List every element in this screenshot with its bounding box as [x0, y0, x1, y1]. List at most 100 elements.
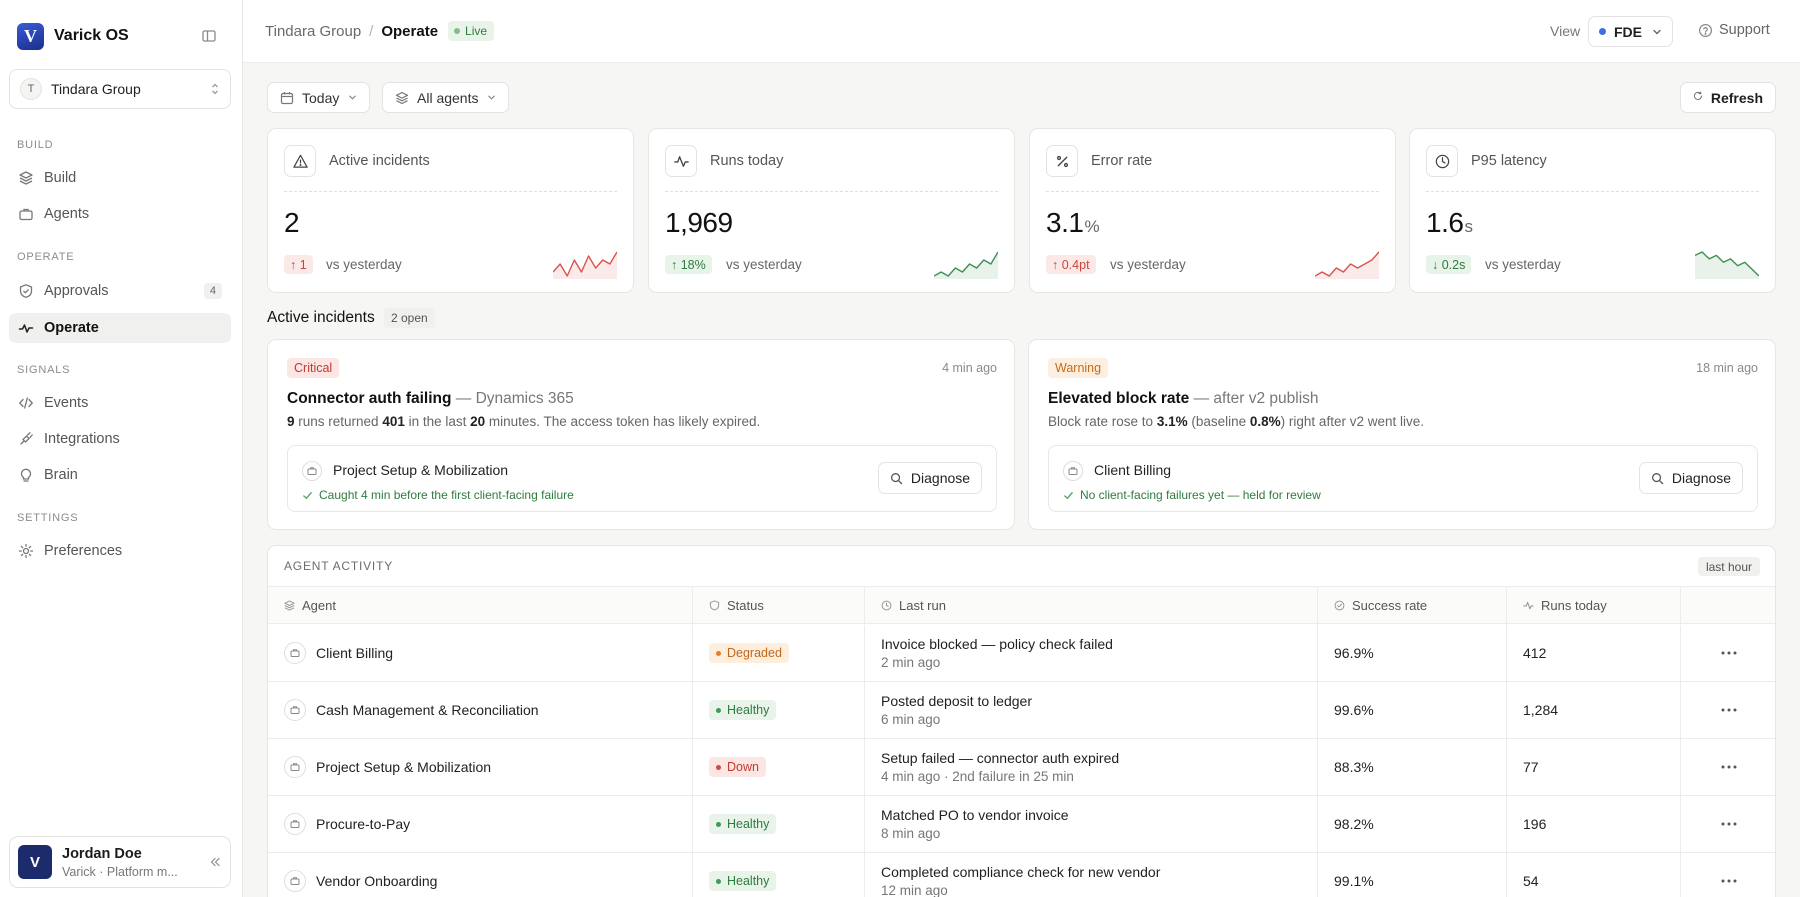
metric-card-active-incidents[interactable]: Active incidents 2 ↑ 1 vs yesterday: [267, 128, 634, 293]
agent-name[interactable]: Vendor Onboarding: [316, 873, 437, 889]
activity-title: AGENT ACTIVITY: [284, 559, 393, 573]
table-row[interactable]: Project Setup & Mobilization Down Setup …: [268, 739, 1775, 796]
agent-icon: [284, 642, 306, 664]
check-icon: [1064, 491, 1073, 499]
more-horizontal-icon[interactable]: [1721, 879, 1737, 883]
more-horizontal-icon[interactable]: [1721, 822, 1737, 826]
more-horizontal-icon[interactable]: [1721, 708, 1737, 712]
table-row[interactable]: Client Billing Degraded Invoice blocked …: [268, 625, 1775, 682]
sidebar-item-integrations[interactable]: Integrations: [9, 424, 231, 454]
more-horizontal-icon[interactable]: [1721, 765, 1737, 769]
brand[interactable]: V Varick OS: [17, 22, 129, 50]
chevrons-left-icon[interactable]: [208, 855, 222, 869]
actions-cell: [1681, 625, 1775, 681]
divider: [665, 191, 998, 192]
sidebar-item-label: Preferences: [44, 543, 123, 559]
nav-section-signals: SIGNALS: [17, 364, 71, 376]
sidebar-item-label: Integrations: [44, 431, 120, 447]
metric-value: 1,969: [665, 207, 734, 239]
divider: [1426, 191, 1759, 192]
actions-cell: [1681, 682, 1775, 738]
sidebar-item-agents[interactable]: Agents: [9, 199, 231, 229]
plug-icon: [18, 431, 34, 447]
live-dot-icon: [454, 28, 461, 34]
sidebar-toggle-icon[interactable]: [201, 28, 217, 44]
agent-icon: [302, 461, 322, 481]
topbar: Tindara Group / Operate Live View FDE Su…: [243, 0, 1800, 63]
sidebar-item-label: Agents: [44, 206, 90, 222]
divider: [1046, 191, 1379, 192]
sidebar-item-label: Approvals: [44, 283, 109, 299]
sidebar-item-events[interactable]: Events: [9, 388, 231, 418]
diagnose-button[interactable]: Diagnose: [878, 462, 982, 494]
metric-number: 2: [284, 207, 300, 238]
status-cell: Degraded: [693, 625, 865, 681]
incident-card[interactable]: Critical 4 min ago Connector auth failin…: [267, 339, 1015, 530]
incident-note-text: Caught 4 min before the first client-fac…: [319, 488, 574, 502]
agent-name[interactable]: Client Billing: [316, 645, 393, 661]
incident-description-segment: 20: [470, 414, 486, 429]
metric-card-runs-today[interactable]: Runs today 1,969 ↑ 18% vs yesterday: [648, 128, 1015, 293]
chevron-down-icon: [1652, 27, 1662, 37]
refresh-button[interactable]: Refresh: [1680, 82, 1776, 113]
breadcrumb-separator: /: [369, 22, 374, 40]
activity-icon: [665, 145, 697, 177]
date-filter-label: Today: [302, 89, 340, 106]
date-filter-button[interactable]: Today: [267, 82, 371, 113]
agent-cell: Project Setup & Mobilization: [268, 739, 693, 795]
support-link[interactable]: Support: [1698, 22, 1770, 38]
metric-card-error-rate[interactable]: Error rate 3.1% ↑ 0.4pt vs yesterday: [1029, 128, 1396, 293]
activity-icon: [1523, 601, 1534, 610]
severity-badge: Critical: [287, 358, 340, 378]
agent-icon: [284, 756, 306, 778]
column-header-success-rate[interactable]: Success rate: [1318, 587, 1507, 624]
metric-value: 2: [284, 207, 300, 239]
sidebar-item-build[interactable]: Build: [9, 163, 231, 193]
incident-agent-name[interactable]: Client Billing: [1094, 462, 1171, 478]
more-horizontal-icon[interactable]: [1721, 651, 1737, 655]
sidebar-item-brain[interactable]: Brain: [9, 460, 231, 490]
agent-name[interactable]: Cash Management & Reconciliation: [316, 702, 539, 718]
agent-name[interactable]: Procure-to-Pay: [316, 816, 410, 832]
success-rate-value: 96.9%: [1334, 645, 1374, 661]
metric-number: 1,969: [665, 207, 733, 238]
sidebar-item-preferences[interactable]: Preferences: [9, 536, 231, 566]
incident-description-segment: ) right after v2 went live.: [1280, 414, 1424, 429]
success-rate-value: 88.3%: [1334, 759, 1374, 775]
agent-name[interactable]: Project Setup & Mobilization: [316, 759, 491, 775]
agent-icon: [284, 699, 306, 721]
breadcrumb-parent[interactable]: Tindara Group: [265, 23, 361, 40]
actions-cell: [1681, 739, 1775, 795]
sidebar-item-operate[interactable]: Operate: [9, 313, 231, 343]
column-header-last-run[interactable]: Last run: [865, 587, 1318, 624]
table-row[interactable]: Procure-to-Pay Healthy Matched PO to ven…: [268, 796, 1775, 853]
column-header-status[interactable]: Status: [693, 587, 865, 624]
sidebar-item-label: Brain: [44, 467, 78, 483]
table-row[interactable]: Vendor Onboarding Healthy Completed comp…: [268, 853, 1775, 897]
metric-delta: 1: [299, 257, 307, 272]
user-card[interactable]: V Jordan Doe Varick · Platform m...: [9, 836, 231, 888]
agents-filter-button[interactable]: All agents: [382, 82, 510, 113]
last-run-text: Completed compliance check for new vendo…: [881, 864, 1161, 880]
incident-card[interactable]: Warning 18 min ago Elevated block rate —…: [1028, 339, 1776, 530]
last-run-text: Setup failed — connector auth expired: [881, 750, 1120, 766]
incident-agent-name[interactable]: Project Setup & Mobilization: [333, 462, 508, 478]
org-switcher[interactable]: T Tindara Group: [9, 69, 231, 109]
clock-icon: [1426, 145, 1458, 177]
view-select[interactable]: FDE: [1588, 16, 1673, 47]
runs-today-cell: 412: [1507, 625, 1681, 681]
metric-comparison: vs yesterday: [326, 257, 402, 272]
status-dot-icon: [716, 650, 721, 656]
metric-number: 3.1: [1046, 207, 1084, 238]
column-header-runs-today[interactable]: Runs today: [1507, 587, 1681, 624]
incident-subtitle: — after v2 publish: [1193, 390, 1319, 407]
incident-agent-panel: Project Setup & Mobilization Caught 4 mi…: [287, 445, 997, 512]
metric-value: 3.1%: [1046, 207, 1100, 239]
metric-card-p95-latency[interactable]: P95 latency 1.6s ↓ 0.2s vs yesterday: [1409, 128, 1776, 293]
diagnose-button[interactable]: Diagnose: [1639, 462, 1743, 494]
status-dot-icon: [716, 764, 721, 770]
column-header-agent[interactable]: Agent: [268, 587, 693, 624]
sidebar-item-approvals[interactable]: Approvals 4: [9, 276, 231, 306]
metric-label: Runs today: [710, 153, 784, 169]
table-row[interactable]: Cash Management & Reconciliation Healthy…: [268, 682, 1775, 739]
